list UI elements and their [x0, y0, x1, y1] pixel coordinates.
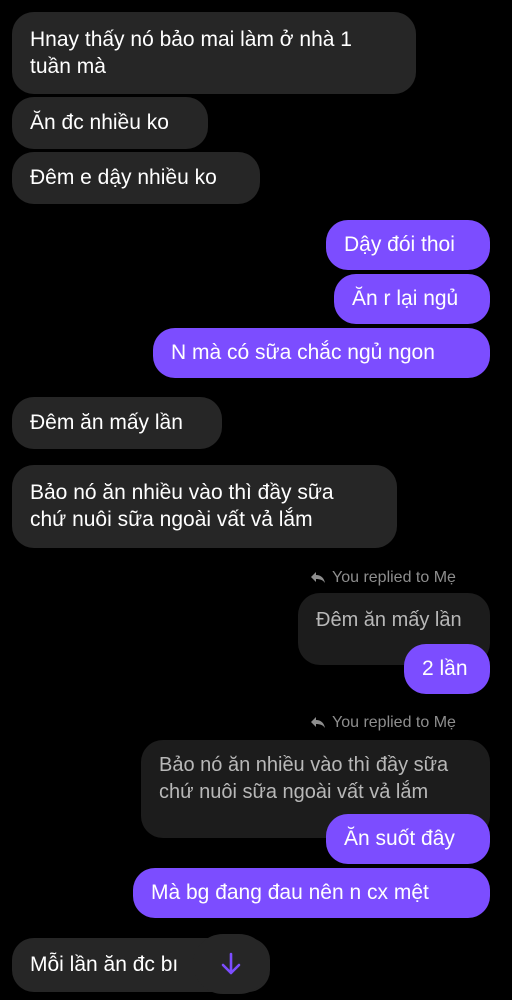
- quoted-text: chứ nuôi sữa ngoài vất vả lắm: [159, 781, 429, 803]
- message-incoming[interactable]: Bảo nó ăn nhiều vào thì đầy sữa chứ nuôi…: [12, 465, 397, 548]
- message-text: Ăn đc nhiều ko: [30, 111, 169, 134]
- message-outgoing[interactable]: Dậy đói thoi: [326, 220, 490, 270]
- message-text: Đêm ăn mấy lần: [30, 411, 183, 434]
- message-text: Mỗi lần ăn đc bı: [30, 953, 179, 976]
- replied-label: You replied to Mẹ: [310, 568, 456, 588]
- message-text: Đêm e dậy nhiều ko: [30, 166, 217, 189]
- message-text: tuần mà: [30, 55, 106, 78]
- message-outgoing[interactable]: Ăn r lại ngủ: [334, 274, 490, 324]
- message-text: 2 lần: [422, 657, 468, 680]
- reply-arrow-icon: [311, 572, 325, 583]
- message-text: Hnay thấy nó bảo mai làm ở nhà 1: [30, 28, 352, 51]
- message-outgoing[interactable]: N mà có sữa chắc ngủ ngon: [153, 328, 490, 378]
- message-text: N mà có sữa chắc ngủ ngon: [171, 341, 435, 364]
- message-incoming[interactable]: Đêm e dậy nhiều ko: [12, 152, 260, 204]
- message-outgoing[interactable]: 2 lần: [404, 644, 490, 694]
- reply-arrow-icon: [311, 717, 325, 728]
- message-incoming[interactable]: Ăn đc nhiều ko: [12, 97, 208, 149]
- message-text: Bảo nó ăn nhiều vào thì đầy sữa: [30, 481, 334, 504]
- message-text: chứ nuôi sữa ngoài vất vả lắm: [30, 508, 313, 531]
- message-text: Dậy đói thoi: [344, 233, 455, 256]
- quoted-text: Đêm ăn mấy lần: [316, 609, 462, 631]
- replied-label-text: You replied to Mẹ: [332, 569, 456, 586]
- quoted-text: Bảo nó ăn nhiều vào thì đầy sữa: [159, 754, 449, 776]
- scroll-to-bottom-button[interactable]: [193, 934, 269, 994]
- message-incoming[interactable]: Hnay thấy nó bảo mai làm ở nhà 1 tuần mà: [12, 12, 416, 94]
- message-outgoing[interactable]: Mà bg đang đau nên n cx mệt: [133, 868, 490, 918]
- replied-label-text: You replied to Mẹ: [332, 714, 456, 731]
- replied-label: You replied to Mẹ: [310, 713, 456, 733]
- message-incoming[interactable]: Đêm ăn mấy lần: [12, 397, 222, 449]
- message-text: Ăn suốt đây: [344, 827, 455, 850]
- arrow-down-icon: [221, 952, 241, 975]
- message-outgoing[interactable]: Ăn suốt đây: [326, 814, 490, 864]
- message-text: Mà bg đang đau nên n cx mệt: [151, 881, 429, 904]
- message-text: Ăn r lại ngủ: [352, 287, 459, 310]
